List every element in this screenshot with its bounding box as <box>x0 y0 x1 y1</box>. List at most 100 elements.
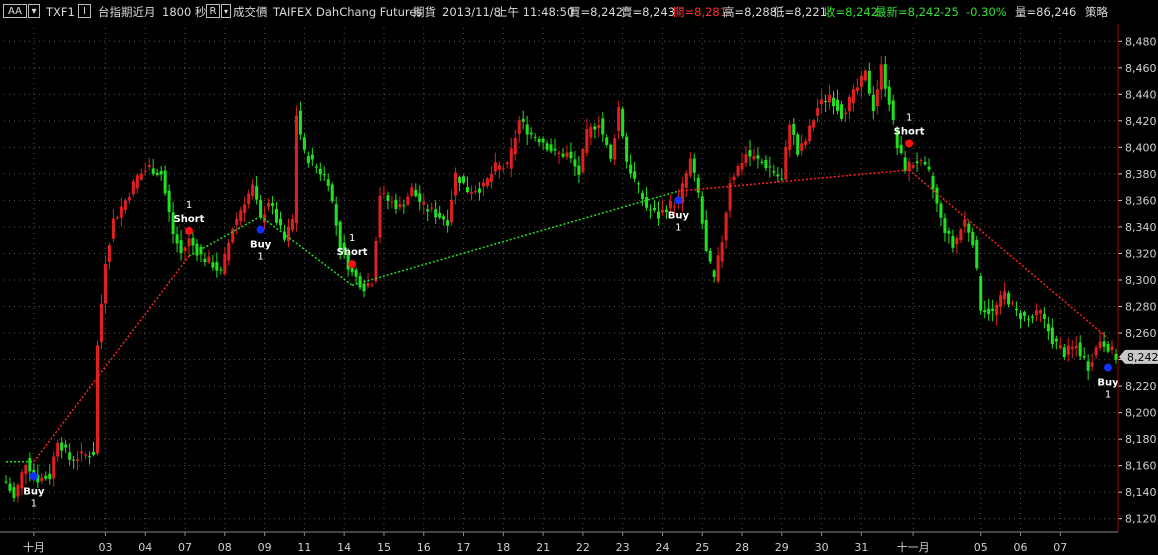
candle-body <box>278 218 283 226</box>
candle-body <box>362 283 366 292</box>
candle-body <box>64 444 68 448</box>
candle-body <box>851 89 855 104</box>
candle-body <box>191 237 195 246</box>
candle-body <box>306 156 310 164</box>
candle-body <box>796 134 800 155</box>
y-tick-label: 8,400 <box>1125 141 1157 154</box>
candle-body <box>704 220 708 251</box>
price-type: 成交價 <box>233 5 268 19</box>
candle-body <box>314 166 318 168</box>
candle-body <box>740 163 744 170</box>
candle-body <box>820 99 824 105</box>
candle-body <box>211 262 215 268</box>
candle-body <box>561 153 565 157</box>
candle-body <box>398 204 402 208</box>
candle-body <box>215 262 219 271</box>
candle-body <box>115 217 119 219</box>
candle-body <box>223 253 227 275</box>
candle-body <box>812 120 816 128</box>
candle-body <box>358 276 362 288</box>
candle-body <box>485 178 489 186</box>
candle-body <box>426 209 430 212</box>
candle-body <box>776 174 780 177</box>
refresh-button[interactable]: R <box>206 4 220 18</box>
candle-body <box>541 138 545 143</box>
candle-body <box>1007 293 1011 305</box>
broker: DahChang Futures <box>316 5 423 19</box>
candle-body <box>493 162 497 172</box>
x-tick-label: 18 <box>496 541 510 554</box>
aa-button[interactable]: AA <box>3 4 27 18</box>
candle-body <box>652 208 657 211</box>
candle-body <box>537 138 541 143</box>
candle-body <box>744 154 748 164</box>
candle-body <box>334 204 338 226</box>
x-tick-label: 28 <box>735 541 749 554</box>
candle-body <box>251 184 255 196</box>
x-tick-label: 04 <box>138 541 152 554</box>
candle-body <box>1066 345 1070 355</box>
candle-body <box>28 457 32 472</box>
y-tick-label: 8,460 <box>1125 62 1157 75</box>
short-qty: 1 <box>349 233 355 244</box>
candle-body <box>330 184 334 202</box>
y-tick-label: 8,280 <box>1125 301 1157 314</box>
info-label: I <box>83 6 86 17</box>
candle-body <box>1054 338 1058 342</box>
candle-body <box>633 171 637 179</box>
candle-body <box>207 256 211 263</box>
x-axis: 十月 03 04 07 08 09 11 14 15 16 17 18 21 22 23 24 25 28 29 30… <box>0 531 1118 554</box>
candle-body <box>1003 291 1007 300</box>
candle-body <box>131 181 135 195</box>
candle-body <box>298 110 302 135</box>
candle-body <box>760 161 764 163</box>
info-button[interactable]: I <box>78 4 91 18</box>
short-marker <box>348 260 357 269</box>
candle-body <box>56 443 60 457</box>
buy-qty: 1 <box>675 222 681 233</box>
candle-body <box>696 177 700 193</box>
candle-body <box>390 201 394 203</box>
change: -25 <box>940 5 959 19</box>
candle-body <box>1086 361 1090 371</box>
candle-body <box>505 162 509 164</box>
market: 期貨 <box>413 5 436 19</box>
buy-qty: 1 <box>257 252 263 263</box>
y-tick-label: 8,260 <box>1125 327 1157 340</box>
candle-body <box>24 465 28 475</box>
candle-body <box>40 477 44 482</box>
candle-body <box>1030 316 1034 318</box>
candle-body <box>44 475 48 479</box>
y-tick-label: 8,480 <box>1125 35 1157 48</box>
x-tick-label: 15 <box>377 541 391 554</box>
x-tick-label: 24 <box>655 541 669 554</box>
candle-body <box>259 200 263 218</box>
y-tick-label: 8,220 <box>1125 380 1157 393</box>
candle-body <box>1082 356 1086 358</box>
candle-body <box>123 200 127 210</box>
candle-body <box>533 136 537 138</box>
price-chart[interactable]: Buy11ShortBuy11ShortBuy11ShortBuy1 8,120… <box>0 24 1158 555</box>
price-type-dropdown-icon[interactable]: ▾ <box>221 4 231 18</box>
candle-body <box>617 107 621 131</box>
candle-body <box>660 209 664 213</box>
candle-body <box>955 237 959 245</box>
candle-body <box>545 143 549 150</box>
candle-body <box>239 210 243 222</box>
candle-body <box>1110 346 1114 351</box>
candle-body <box>1114 353 1118 360</box>
candle-body <box>302 137 306 150</box>
x-tick-label: 23 <box>616 541 630 554</box>
candle-body <box>219 269 223 271</box>
y-axis: 8,1208,1408,1608,1808,2008,2208,2408,260… <box>1117 24 1158 532</box>
candle-body <box>501 168 505 170</box>
candle-body <box>565 152 569 157</box>
aa-label: AA <box>8 6 22 17</box>
symbol-dropdown-icon[interactable]: ▾ <box>28 4 40 18</box>
candle-body <box>509 148 513 169</box>
candle-body <box>203 258 207 262</box>
candle-body <box>521 118 525 122</box>
volume: 量=86,246 <box>1015 5 1077 19</box>
candle-body <box>927 166 931 170</box>
candle-body <box>12 487 16 498</box>
